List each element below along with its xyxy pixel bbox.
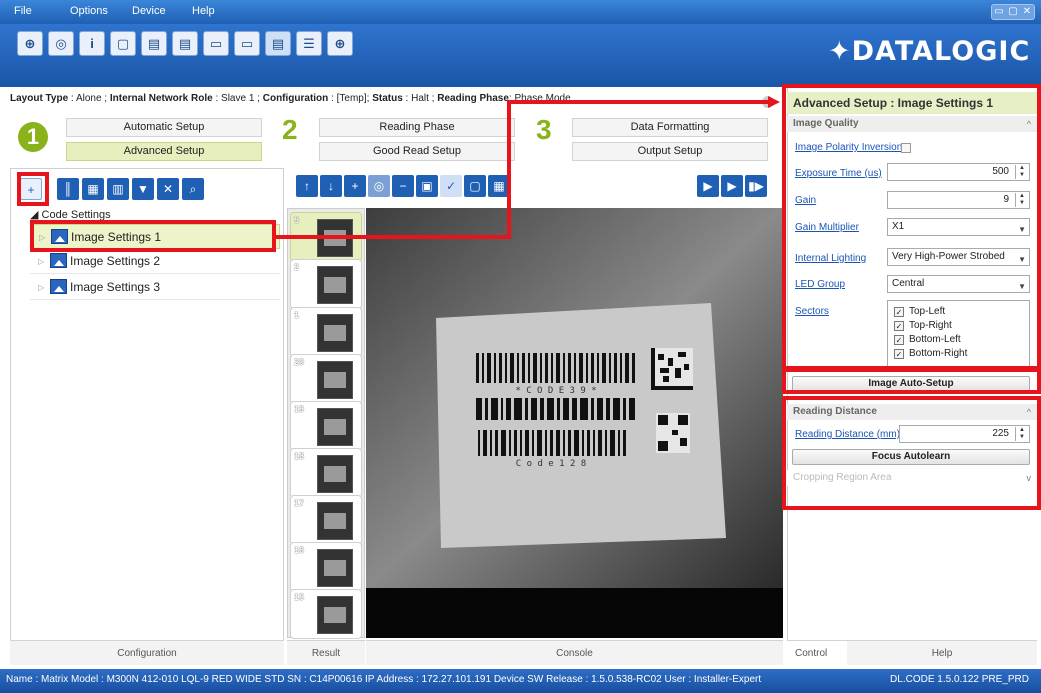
- arrow-down-icon[interactable]: ↓: [320, 175, 342, 197]
- window-icon[interactable]: ▢: [110, 31, 136, 56]
- reader-icon[interactable]: ▤: [141, 31, 167, 56]
- device-info: Name : Matrix Model : M300N 412-010 LQL-…: [6, 674, 762, 685]
- monitor-icon[interactable]: ▭: [203, 31, 229, 56]
- tree-item-image-settings-2[interactable]: ▷ Image Settings 2: [30, 249, 280, 274]
- good-read-setup-button[interactable]: Good Read Setup: [319, 142, 515, 161]
- image-icon: [50, 253, 67, 268]
- scan-icon[interactable]: ◎: [48, 31, 74, 56]
- connector-arrow-icon: [768, 96, 780, 108]
- search-code-icon[interactable]: ⌕: [182, 178, 204, 200]
- datamatrix-code: [651, 348, 693, 390]
- thumbnail[interactable]: 18: [290, 448, 362, 498]
- captured-image: * C O D E 3 9 * C o d e 1 2 8: [366, 208, 783, 638]
- crosshair-icon[interactable]: ⊕: [17, 31, 43, 56]
- checkmark-icon[interactable]: ✓: [440, 175, 462, 197]
- zoom-out-icon[interactable]: −: [392, 175, 414, 197]
- target-icon[interactable]: ⊕: [327, 31, 353, 56]
- menu-options[interactable]: Options: [70, 5, 108, 17]
- menu-help[interactable]: Help: [192, 5, 215, 17]
- postal-code-icon[interactable]: ▥: [107, 178, 129, 200]
- reader-config-icon[interactable]: ▤: [172, 31, 198, 56]
- expand-icon[interactable]: ▷: [38, 275, 44, 300]
- thumbnail[interactable]: 1: [290, 307, 362, 357]
- barcode-icon[interactable]: ║: [57, 178, 79, 200]
- image-viewer[interactable]: * C O D E 3 9 * C o d e 1 2 8: [366, 208, 783, 638]
- tree-item-image-settings-3[interactable]: ▷ Image Settings 3: [30, 275, 280, 300]
- play-capture-icon[interactable]: ▶: [697, 175, 719, 197]
- menu-bar: File Options Device Help ▭ ▢ ✕: [0, 0, 1041, 24]
- highlight-auto-setup: [782, 368, 1041, 394]
- highlight-add-button: [17, 172, 49, 206]
- frame-icon[interactable]: ▢: [464, 175, 486, 197]
- datalogic-logo: ✦DATALOGIC: [828, 36, 1031, 67]
- software-version: DL.CODE 1.5.0.122 PRE_PRD: [890, 674, 1029, 685]
- console-tab[interactable]: Console: [366, 640, 783, 665]
- filter-icon[interactable]: ▼: [132, 178, 154, 200]
- monitor-alt-icon[interactable]: ▭: [234, 31, 260, 56]
- play-icon[interactable]: ▶: [721, 175, 743, 197]
- thumbnail[interactable]: 19: [290, 401, 362, 451]
- highlight-reading-distance: [782, 396, 1041, 510]
- close-icon[interactable]: ✕: [1020, 5, 1034, 19]
- step-2-badge: 2: [282, 114, 298, 145]
- expand-icon[interactable]: ▷: [38, 249, 44, 274]
- arrow-up-icon[interactable]: ↑: [296, 175, 318, 197]
- advanced-setup-button[interactable]: Advanced Setup: [66, 142, 262, 161]
- highlight-image-settings-1: [30, 220, 276, 252]
- thumbnail[interactable]: 16: [290, 542, 362, 592]
- reading-phase-button[interactable]: Reading Phase: [319, 118, 515, 137]
- datamatrix-icon[interactable]: ▦: [82, 178, 104, 200]
- reader-export-icon[interactable]: ▤: [265, 31, 291, 56]
- thumbnail[interactable]: 15: [290, 589, 362, 639]
- thumbnail[interactable]: 20: [290, 354, 362, 404]
- reader-list-icon[interactable]: ☰: [296, 31, 322, 56]
- result-tab[interactable]: Result: [287, 640, 365, 665]
- automatic-setup-button[interactable]: Automatic Setup: [66, 118, 262, 137]
- info-icon[interactable]: i: [79, 31, 105, 56]
- thumbnail[interactable]: 2: [290, 259, 362, 309]
- tab-control[interactable]: Control: [787, 640, 847, 665]
- qr-code: [656, 413, 690, 453]
- delete-icon[interactable]: ✕: [157, 178, 179, 200]
- image-history-strip: 5 2 1 20 19 18 17 16 15: [287, 208, 365, 639]
- zoom-fit-icon[interactable]: ◎: [368, 175, 390, 197]
- menu-file[interactable]: File: [14, 5, 32, 17]
- status-bar: Name : Matrix Model : M300N 412-010 LQL-…: [0, 669, 1041, 693]
- step-1-badge: 1: [18, 122, 48, 152]
- image-icon: [50, 279, 67, 294]
- connector-line: [276, 235, 511, 239]
- menu-device[interactable]: Device: [132, 5, 166, 17]
- maximize-icon[interactable]: ▢: [1006, 5, 1020, 19]
- minimize-icon[interactable]: ▭: [992, 5, 1006, 19]
- zoom-in-icon[interactable]: +: [344, 175, 366, 197]
- configuration-tab[interactable]: Configuration: [10, 640, 284, 665]
- window-controls: ▭ ▢ ✕: [991, 4, 1035, 20]
- output-setup-button[interactable]: Output Setup: [572, 142, 768, 161]
- highlight-image-quality-section: [782, 84, 1041, 370]
- save-image-icon[interactable]: ▣: [416, 175, 438, 197]
- step-forward-icon[interactable]: ▮▶: [745, 175, 767, 197]
- step-3-badge: 3: [536, 114, 552, 145]
- barcode-code128-text: C o d e 1 2 8: [516, 459, 586, 469]
- thumbnail[interactable]: 17: [290, 495, 362, 545]
- tab-help[interactable]: Help: [847, 640, 1037, 665]
- data-formatting-button[interactable]: Data Formatting: [572, 118, 768, 137]
- connector-line: [507, 100, 511, 239]
- connector-line: [507, 100, 772, 104]
- barcode-code39-text: * C O D E 3 9 *: [515, 386, 596, 396]
